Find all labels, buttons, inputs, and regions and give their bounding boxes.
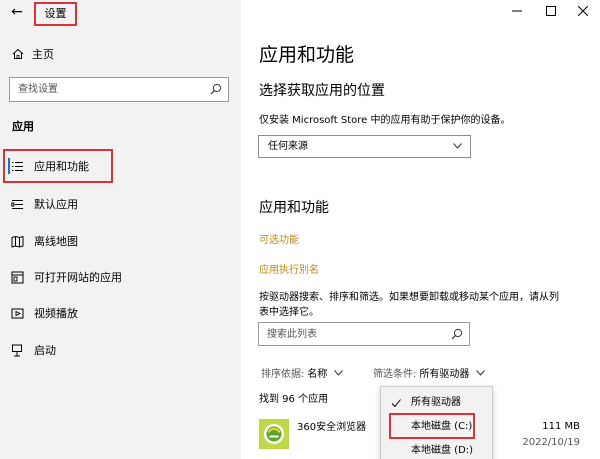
browser-app-icon [259, 419, 289, 449]
chevron-down-icon [476, 369, 486, 376]
app-execution-alias-link[interactable]: 应用执行别名 [259, 261, 319, 276]
filter-control[interactable]: 筛选条件: 所有驱动器 [373, 365, 486, 380]
sidebar-item-home[interactable]: 主页 [12, 46, 54, 62]
home-icon [12, 48, 24, 59]
drive-option-d[interactable]: 本地磁盘 (D:) [381, 439, 494, 459]
settings-search-box[interactable] [9, 77, 229, 102]
sidebar-item-default-apps[interactable]: 默认应用 [0, 188, 241, 220]
sidebar-item-startup[interactable]: 启动 [0, 334, 241, 366]
app-name: 360安全浏览器 [297, 422, 367, 433]
checkmark-icon [391, 399, 401, 408]
app-size: 111 MB [542, 421, 580, 432]
sidebar-item-offline-maps[interactable]: 离线地图 [0, 225, 241, 257]
sidebar-item-label: 可打开网站的应用 [34, 271, 122, 284]
sidebar-item-video-playback[interactable]: 视频播放 [0, 297, 241, 329]
sidebar-section-label: 应用 [12, 120, 34, 133]
install-source-selected: 任何来源 [268, 141, 308, 152]
optional-features-link[interactable]: 可选功能 [259, 231, 299, 246]
sidebar-item-label: 启动 [34, 344, 56, 357]
default-apps-icon [10, 199, 23, 209]
offline-maps-icon [11, 235, 23, 248]
search-icon[interactable] [451, 328, 463, 340]
highlight-box [389, 413, 475, 439]
startup-icon [11, 344, 22, 356]
install-source-heading: 选择获取应用的位置 [259, 83, 385, 99]
sort-label: 排序依据: [261, 369, 305, 380]
apps-description-line2: 表中选择它。 [259, 307, 319, 318]
chevron-down-icon [334, 369, 344, 376]
sidebar-item-label: 默认应用 [34, 198, 78, 211]
app-list-search-input[interactable] [259, 323, 444, 345]
sidebar-item-label: 视频播放 [34, 307, 78, 320]
window-title: 设置 [34, 2, 77, 26]
sidebar-item-label: 主页 [32, 48, 54, 61]
apps-for-websites-icon [11, 271, 23, 283]
drive-option-label: 所有驱动器 [411, 397, 461, 408]
chevron-down-icon [453, 143, 462, 149]
drive-option-label: 本地磁盘 (D:) [411, 445, 474, 456]
sort-control[interactable]: 排序依据: 名称 [261, 365, 344, 380]
app-date: 2022/10/19 [522, 437, 580, 448]
page-title: 应用和功能 [259, 44, 355, 66]
app-count: 找到 96 个应用 [259, 394, 329, 405]
sidebar-item-label: 离线地图 [34, 235, 78, 248]
install-source-description: 仅安装 Microsoft Store 中的应用有助于保护你的设备。 [259, 115, 511, 126]
sidebar: ← 设置 主页 应用 应用和功能 默认应用 离线地图 可打开网站的应用 视频播放… [0, 0, 241, 459]
apps-description-line1: 按驱动器搜索、排序和筛选。如果想要卸载或移动某个应用，请从列 [259, 292, 559, 303]
sidebar-item-apps-for-websites[interactable]: 可打开网站的应用 [0, 261, 241, 293]
apps-features-heading: 应用和功能 [259, 200, 329, 216]
install-source-dropdown[interactable]: 任何来源 [258, 135, 471, 158]
filter-value: 所有驱动器 [419, 369, 470, 380]
search-icon[interactable] [210, 83, 222, 95]
settings-search-input[interactable] [10, 78, 200, 101]
drive-option-all[interactable]: 所有驱动器 [381, 391, 494, 415]
app-list-search-box[interactable] [258, 322, 470, 346]
back-button[interactable]: ← [8, 3, 26, 21]
highlight-box [3, 149, 113, 183]
video-playback-icon [11, 308, 23, 318]
filter-label: 筛选条件: [373, 369, 417, 380]
sort-value: 名称 [307, 369, 328, 380]
